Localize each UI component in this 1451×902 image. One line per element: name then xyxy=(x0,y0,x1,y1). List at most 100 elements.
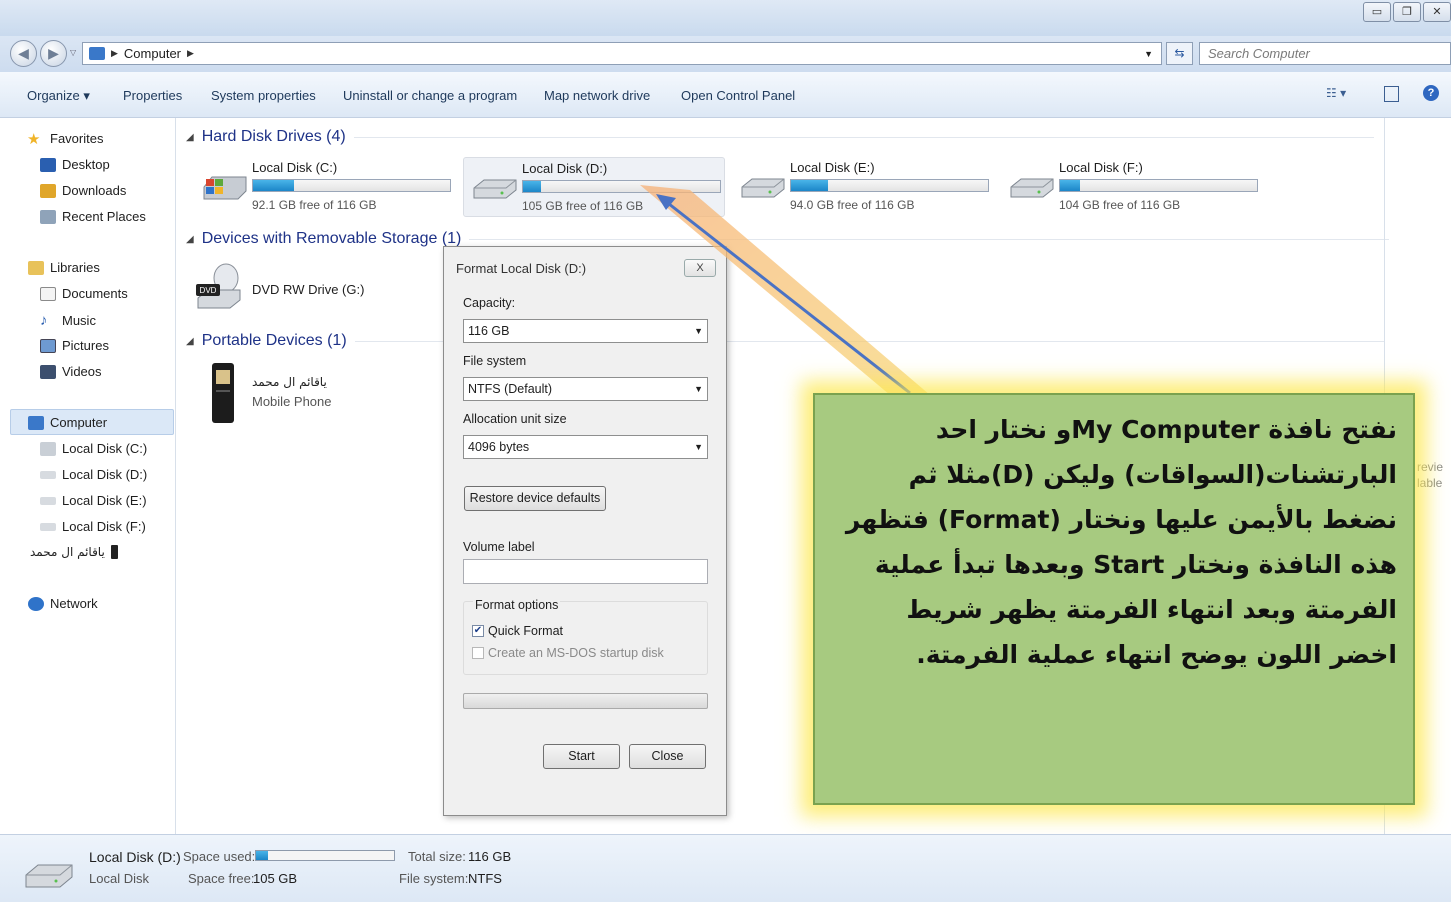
back-arrow-icon: ◀ xyxy=(18,45,29,61)
close-button[interactable]: Close xyxy=(629,744,706,769)
collapse-triangle-icon[interactable]: ◢ xyxy=(186,234,194,245)
checkbox-unchecked-icon xyxy=(472,647,484,659)
drive-tile-e[interactable]: Local Disk (E:) 94.0 GB free of 116 GB xyxy=(732,157,994,217)
drive-free-space: 104 GB free of 116 GB xyxy=(1059,198,1181,212)
nav-local-disk-f-label: Local Disk (F:) xyxy=(62,519,146,534)
file-system-select[interactable]: NTFS (Default) ▼ xyxy=(463,377,708,401)
group-removable-storage[interactable]: ◢ Devices with Removable Storage (1) xyxy=(186,230,1390,248)
capacity-value: 116 GB xyxy=(468,324,510,338)
nav-videos[interactable]: Videos xyxy=(40,364,102,379)
navigation-pane: ★ Favorites Desktop Downloads Recent Pla… xyxy=(0,118,176,834)
refresh-button[interactable]: ⇆ xyxy=(1166,42,1193,65)
dvd-badge: DVD xyxy=(200,286,217,295)
nav-downloads[interactable]: Downloads xyxy=(40,183,126,198)
restore-defaults-button[interactable]: Restore device defaults xyxy=(464,486,606,511)
open-control-panel-button[interactable]: Open Control Panel xyxy=(681,88,795,103)
drive-name: Local Disk (C:) xyxy=(252,160,338,175)
group-portable-devices[interactable]: ◢ Portable Devices (1) xyxy=(186,332,1385,350)
nav-pictures[interactable]: Pictures xyxy=(40,338,109,353)
desktop-icon xyxy=(40,157,56,172)
back-button[interactable]: ◀ xyxy=(10,40,37,67)
nav-local-disk-c[interactable]: Local Disk (C:) xyxy=(40,441,147,456)
dvd-drive-tile[interactable]: DVD DVD RW Drive (G:) xyxy=(194,262,424,322)
uninstall-program-button[interactable]: Uninstall or change a program xyxy=(343,88,517,103)
system-properties-button[interactable]: System properties xyxy=(211,88,316,103)
space-used-fill xyxy=(256,851,269,860)
msdos-startup-checkbox[interactable]: Create an MS-DOS startup disk xyxy=(472,646,664,660)
organize-menu[interactable]: Organize ▾ xyxy=(27,88,90,104)
drive-usage-fill xyxy=(523,181,541,192)
drive-usage-bar xyxy=(790,179,989,192)
drive-usage-bar xyxy=(252,179,451,192)
preview-pane-text: lable xyxy=(1417,476,1443,490)
collapse-triangle-icon[interactable]: ◢ xyxy=(186,336,194,347)
change-view-icon[interactable]: ☷ ▾ xyxy=(1326,86,1346,100)
group-hard-disk-drives[interactable]: ◢ Hard Disk Drives (4) xyxy=(186,128,1374,146)
drive-name: Local Disk (E:) xyxy=(790,160,875,175)
nav-local-disk-c-label: Local Disk (C:) xyxy=(62,441,148,456)
file-system-label: File system xyxy=(463,354,527,368)
quick-format-checkbox[interactable]: ✔ Quick Format xyxy=(472,624,563,638)
nav-phone[interactable]: ياقائم ال محمد xyxy=(30,545,118,559)
total-size-value: 116 GB xyxy=(468,849,512,864)
close-window-button[interactable]: ✕ xyxy=(1423,2,1451,22)
drive-usage-bar xyxy=(522,180,721,193)
search-input[interactable]: Search Computer xyxy=(1199,42,1451,65)
breadcrumb-computer[interactable]: Computer xyxy=(124,46,181,61)
map-network-drive-button[interactable]: Map network drive xyxy=(544,88,650,103)
nav-recent-places[interactable]: Recent Places xyxy=(40,209,146,224)
downloads-icon xyxy=(40,183,56,198)
allocation-size-value: 4096 bytes xyxy=(468,440,530,454)
nav-computer-label: Computer xyxy=(50,415,108,430)
allocation-size-select[interactable]: 4096 bytes ▼ xyxy=(463,435,708,459)
computer-icon xyxy=(28,415,44,430)
drive-tile-c[interactable]: Local Disk (C:) 92.1 GB free of 116 GB xyxy=(194,157,456,217)
nav-desktop[interactable]: Desktop xyxy=(40,157,110,172)
drive-tile-f[interactable]: Local Disk (F:) 104 GB free of 116 GB xyxy=(1001,157,1263,217)
collapse-triangle-icon[interactable]: ◢ xyxy=(186,132,194,143)
nav-local-disk-e[interactable]: Local Disk (E:) xyxy=(40,493,147,508)
checkbox-checked-icon: ✔ xyxy=(472,625,484,637)
drive-name: Local Disk (D:) xyxy=(522,161,608,176)
title-bar: ▭ ❐ ✕ xyxy=(0,0,1451,36)
dialog-close-icon[interactable]: X xyxy=(684,259,716,277)
mobile-phone-icon xyxy=(110,545,118,559)
nav-documents[interactable]: Documents xyxy=(40,286,128,301)
nav-local-disk-f[interactable]: Local Disk (F:) xyxy=(40,519,146,534)
drive-icon xyxy=(40,522,56,531)
address-dropdown-icon[interactable]: ▼ xyxy=(1144,49,1153,59)
start-button[interactable]: Start xyxy=(543,744,620,769)
computer-icon xyxy=(89,47,105,60)
breadcrumb-chevron-icon[interactable]: ▶ xyxy=(187,48,194,59)
volume-label-label: Volume label xyxy=(463,540,535,554)
nav-downloads-label: Downloads xyxy=(62,183,127,198)
dialog-title: Format Local Disk (D:) xyxy=(456,261,587,276)
minimize-button[interactable]: ▭ xyxy=(1363,2,1391,22)
nav-computer[interactable]: Computer xyxy=(28,415,107,430)
nav-libraries[interactable]: Libraries xyxy=(28,260,100,275)
restore-button[interactable]: ❐ xyxy=(1393,2,1421,22)
drive-usage-fill xyxy=(1060,180,1080,191)
nav-local-disk-d[interactable]: Local Disk (D:) xyxy=(40,467,147,482)
volume-label-input[interactable] xyxy=(463,559,708,584)
recent-pages-dropdown-icon[interactable]: ▽ xyxy=(70,48,76,57)
help-icon[interactable]: ? xyxy=(1423,85,1439,101)
phone-name: ياقائم ال محمد xyxy=(252,375,327,389)
format-options-label: Format options xyxy=(473,598,561,612)
nav-favorites[interactable]: ★ Favorites xyxy=(27,131,103,148)
mobile-phone-tile[interactable]: ياقائم ال محمد Mobile Phone xyxy=(200,362,400,424)
forward-button[interactable]: ▶ xyxy=(40,40,67,67)
drive-usage-fill xyxy=(253,180,295,191)
properties-button[interactable]: Properties xyxy=(123,88,182,103)
videos-icon xyxy=(40,364,56,379)
address-bar[interactable]: ▶ Computer ▶ ▼ xyxy=(82,42,1162,65)
capacity-select[interactable]: 116 GB ▼ xyxy=(463,319,708,343)
drive-tile-d[interactable]: Local Disk (D:) 105 GB free of 116 GB xyxy=(463,157,725,217)
drive-free-space: 92.1 GB free of 116 GB xyxy=(252,198,377,212)
file-system-value: NTFS (Default) xyxy=(468,382,553,396)
nav-music[interactable]: ♪ Music xyxy=(40,312,96,329)
preview-pane-icon[interactable] xyxy=(1384,86,1399,102)
space-used-label: Space used: xyxy=(183,849,256,864)
breadcrumb-chevron-icon[interactable]: ▶ xyxy=(111,48,118,59)
nav-network[interactable]: Network xyxy=(28,596,98,611)
